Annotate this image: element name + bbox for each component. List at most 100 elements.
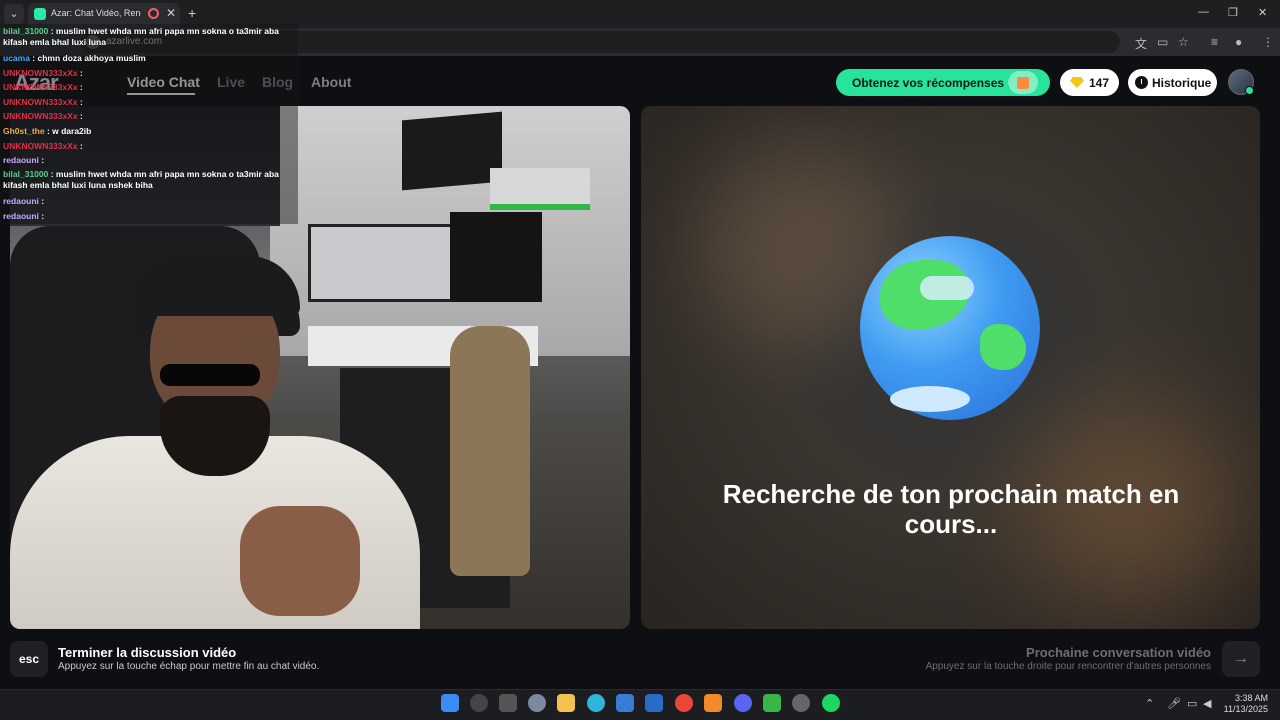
- mic-icon[interactable]: 🎤︎: [1167, 697, 1181, 710]
- clock-time: 3:38 AM: [1234, 693, 1268, 703]
- edge-icon[interactable]: [587, 694, 605, 712]
- chat-username: UNKNOWN333xXx: [3, 97, 78, 107]
- discord-icon[interactable]: [734, 694, 752, 712]
- gift-icon: [1008, 71, 1038, 94]
- chat-text: :: [77, 68, 83, 78]
- screen: ⌄ Azar: Chat Vidéo, Rencontr ✕ + — ❐ ✕ a…: [0, 0, 1280, 720]
- history-label: Historique: [1152, 76, 1212, 90]
- chat-message: UNKNOWN333xXx :: [3, 97, 295, 108]
- esc-key-button[interactable]: esc: [10, 641, 48, 677]
- history-button[interactable]: Historique: [1128, 69, 1217, 96]
- chat-username: redaouni: [3, 155, 39, 165]
- sunglasses: [160, 364, 260, 386]
- chrome-icon[interactable]: [675, 694, 693, 712]
- task-view-icon[interactable]: [499, 694, 517, 712]
- rewards-label: Obtenez vos récompenses !: [852, 76, 1012, 90]
- chat-text: : w dara2ib: [44, 126, 92, 136]
- chat-message: Gh0st_the : w dara2ib: [3, 126, 295, 137]
- tray-chevron-icon[interactable]: ⌃: [1145, 697, 1154, 710]
- spotify-icon[interactable]: [822, 694, 840, 712]
- gpu-box: [490, 168, 590, 210]
- chat-text: :: [77, 141, 83, 151]
- search-icon[interactable]: [470, 694, 488, 712]
- app-circle-icon[interactable]: [792, 694, 810, 712]
- searching-match-text: Recherche de ton prochain match en cours…: [722, 479, 1180, 539]
- next-chat-button[interactable]: →: [1222, 641, 1260, 677]
- restore-icon[interactable]: ❐: [1228, 6, 1238, 19]
- close-window-icon[interactable]: ✕: [1258, 6, 1267, 19]
- chat-username: bilal_31000: [3, 169, 49, 179]
- chat-text: :: [38, 211, 45, 221]
- chat-username: redaouni: [3, 211, 39, 221]
- store-icon[interactable]: [616, 694, 634, 712]
- gems-button[interactable]: 147: [1060, 69, 1119, 96]
- tab-title: Azar: Chat Vidéo, Rencontr: [51, 8, 141, 18]
- chat-text: :: [38, 155, 45, 165]
- next-chat-title: Prochaine conversation vidéo: [1026, 645, 1211, 660]
- gem-icon: [1070, 77, 1084, 88]
- chat-username: Gh0st_the: [3, 126, 45, 136]
- next-chat-hint: Appuyez sur la touche droite pour rencon…: [925, 661, 1211, 672]
- app-arrow-icon[interactable]: [763, 694, 781, 712]
- mail-icon[interactable]: [645, 694, 663, 712]
- cast-icon[interactable]: ▭: [1157, 35, 1168, 49]
- hanging-jacket: [450, 326, 530, 576]
- chat-username: bilal_31000: [3, 26, 49, 36]
- chat-username: UNKNOWN333xXx: [3, 82, 78, 92]
- chat-message: UNKNOWN333xXx :: [3, 141, 295, 152]
- monitor-left: [308, 224, 454, 302]
- wall-tv: [402, 111, 502, 191]
- nav-about[interactable]: About: [311, 74, 351, 90]
- settings-icon[interactable]: [528, 694, 546, 712]
- person-hands: [240, 506, 360, 616]
- chat-username: UNKNOWN333xXx: [3, 111, 78, 121]
- chat-message: ucama : chmn doza akhoya muslim: [3, 53, 295, 64]
- globe-icon: [860, 236, 1040, 420]
- media-control-icon[interactable]: ≡: [1211, 35, 1218, 49]
- chat-text: :: [77, 111, 83, 121]
- start-icon[interactable]: [441, 694, 459, 712]
- chat-message: UNKNOWN333xXx :: [3, 111, 295, 122]
- chat-message: UNKNOWN333xXx :: [3, 68, 295, 79]
- chat-message: bilal_31000 : muslim hwet whda mn afri p…: [3, 169, 295, 191]
- chat-text: :: [38, 196, 45, 206]
- minimize-icon[interactable]: —: [1198, 6, 1209, 18]
- close-tab-icon[interactable]: ✕: [166, 6, 176, 20]
- chat-username: UNKNOWN333xXx: [3, 68, 78, 78]
- end-chat-title: Terminer la discussion vidéo: [58, 645, 237, 660]
- chat-message: redaouni :: [3, 211, 295, 222]
- globe-land: [980, 324, 1026, 370]
- browser-menu-icon[interactable]: ⋮: [1262, 35, 1274, 49]
- volume-icon[interactable]: ◀: [1203, 697, 1211, 710]
- end-chat-hint: Appuyez sur la touche échap pour mettre …: [58, 661, 320, 672]
- profile-icon[interactable]: ●: [1235, 35, 1242, 49]
- chat-message: UNKNOWN333xXx :: [3, 82, 295, 93]
- globe-cloud: [920, 276, 974, 300]
- clock[interactable]: 3:38 AM 11/13/2025: [1222, 693, 1268, 715]
- monitor-right: [450, 212, 542, 302]
- chat-username: UNKNOWN333xXx: [3, 141, 78, 151]
- file-explorer-icon[interactable]: [557, 694, 575, 712]
- bookmark-star-icon[interactable]: ☆: [1178, 35, 1189, 49]
- windows-taskbar: [0, 689, 1280, 720]
- globe-ice: [890, 386, 970, 412]
- chat-text: :: [77, 82, 83, 92]
- app-icon[interactable]: [704, 694, 722, 712]
- azar-favicon-icon: [34, 8, 46, 20]
- chat-username: redaouni: [3, 196, 39, 206]
- partner-video-panel: Recherche de ton prochain match en cours…: [641, 106, 1260, 629]
- translate-icon[interactable]: 文: [1135, 35, 1147, 52]
- clock-date: 11/13/2025: [1223, 704, 1268, 714]
- rewards-button[interactable]: Obtenez vos récompenses !: [836, 69, 1050, 96]
- chat-message: redaouni :: [3, 155, 295, 166]
- network-icon[interactable]: ▭: [1187, 697, 1197, 710]
- person-cap-top: [130, 256, 300, 316]
- online-status-dot: [1245, 86, 1254, 95]
- chat-message: bilal_31000 : muslim hwet whda mn afri p…: [3, 26, 295, 48]
- chat-username: ucama: [3, 53, 30, 63]
- new-tab-icon[interactable]: +: [188, 5, 196, 21]
- tab-search-chevron-icon[interactable]: ⌄: [4, 4, 24, 24]
- chat-text: : chmn doza akhoya muslim: [29, 53, 146, 63]
- gems-count: 147: [1089, 76, 1110, 90]
- chat-text: :: [77, 97, 83, 107]
